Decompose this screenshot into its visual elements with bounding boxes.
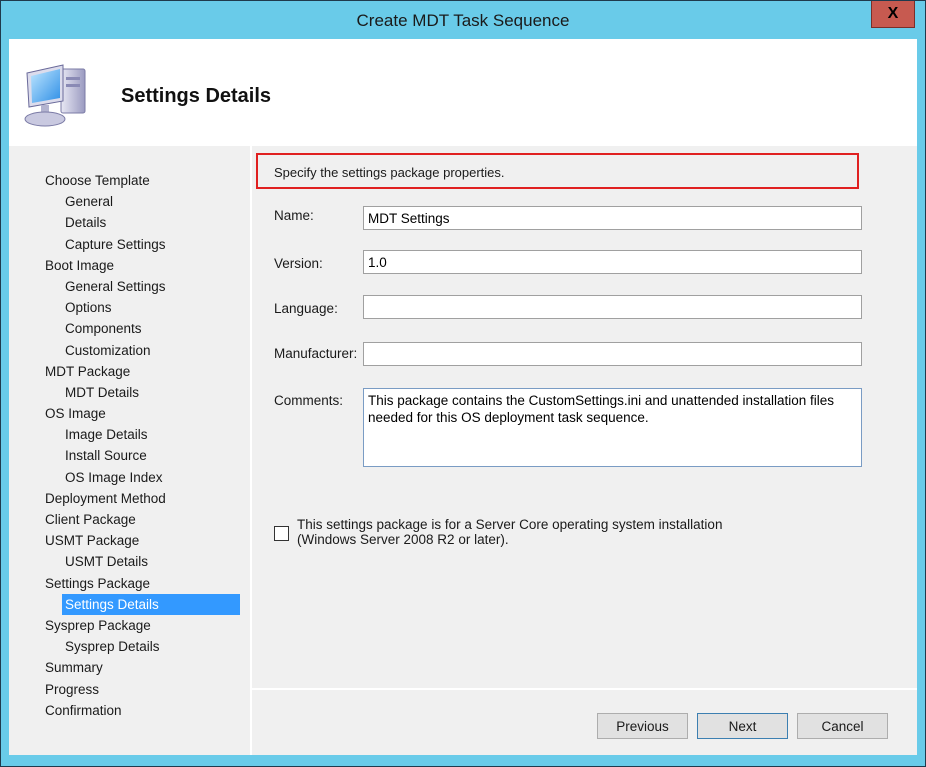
language-label: Language: — [274, 301, 338, 316]
sidebar-item-image-details[interactable]: Image Details — [9, 424, 249, 445]
wizard-header: Settings Details — [9, 39, 917, 146]
title-bar: Create MDT Task Sequence X — [1, 1, 925, 39]
sidebar-item-label: Customization — [65, 342, 151, 358]
comments-label: Comments: — [274, 393, 344, 408]
instruction-text: Specify the settings package properties. — [256, 153, 859, 189]
sidebar-item-general[interactable]: General — [9, 191, 249, 212]
sidebar-item-label: Choose Template — [45, 173, 150, 188]
sidebar-item-customization[interactable]: Customization — [9, 340, 249, 361]
sidebar-item-details[interactable]: Details — [9, 212, 249, 233]
sidebar-item-label: Boot Image — [45, 257, 115, 273]
wizard-client-area: Settings Details Choose Template General D… — [9, 39, 917, 755]
sidebar-item-label: Details — [65, 215, 107, 231]
sidebar-item-progress[interactable]: Progress — [9, 679, 249, 700]
next-button[interactable]: Next — [697, 713, 788, 739]
sidebar-item-client-package[interactable]: Client Package — [9, 509, 249, 530]
sidebar-item-os-image-index[interactable]: OS Image Index — [9, 467, 249, 488]
sidebar-item-label: MDT Details — [65, 384, 140, 400]
server-core-label-line2: (Windows Server 2008 R2 or later). — [297, 532, 509, 547]
language-input[interactable] — [363, 295, 862, 319]
sidebar-item-summary[interactable]: Summary — [9, 657, 249, 678]
sidebar-item-label: MDT Package — [45, 363, 131, 379]
sidebar-item-sysprep-details[interactable]: Sysprep Details — [9, 636, 249, 657]
sidebar-item-label: Progress — [45, 681, 100, 697]
sidebar-item-usmt-package[interactable]: USMT Package — [9, 530, 249, 551]
sidebar-item-settings-details[interactable]: Settings Details — [9, 593, 249, 615]
wizard-main-panel: Specify the settings package properties.… — [252, 146, 917, 755]
sidebar-item-label: Summary — [45, 660, 103, 676]
sidebar-item-label: OS Image — [45, 406, 106, 422]
wizard-window: Create MDT Task Sequence X Settings Deta… — [0, 0, 926, 767]
sidebar-item-label: General — [65, 194, 114, 210]
sidebar-item-label: OS Image Index — [65, 469, 163, 485]
sidebar-item-deployment-method[interactable]: Deployment Method — [9, 488, 249, 509]
sidebar-item-label: Settings Package — [45, 575, 151, 591]
server-core-checkbox-label[interactable]: This settings package is for a Server Co… — [297, 517, 722, 547]
cancel-button[interactable]: Cancel — [797, 713, 888, 739]
manufacturer-label: Manufacturer: — [274, 346, 358, 361]
sidebar-item-label: Sysprep Details — [65, 639, 160, 655]
sidebar-item-label: Install Source — [65, 448, 147, 464]
name-label: Name: — [274, 208, 314, 223]
sidebar-item-install-source[interactable]: Install Source — [9, 445, 249, 466]
server-core-checkbox[interactable] — [274, 526, 289, 541]
sidebar-item-usmt-details[interactable]: USMT Details — [9, 551, 249, 572]
version-label: Version: — [274, 256, 323, 271]
page-title: Settings Details — [121, 85, 272, 107]
previous-button[interactable]: Previous — [597, 713, 688, 739]
computer-icon — [24, 64, 86, 127]
sidebar-item-options[interactable]: Options — [9, 297, 249, 318]
sidebar-item-label: Confirmation — [45, 702, 122, 718]
close-button[interactable]: X — [871, 1, 915, 28]
manufacturer-input[interactable] — [363, 342, 862, 366]
sidebar-item-confirmation[interactable]: Confirmation — [9, 700, 249, 721]
wizard-steps-list: Choose Template General Details Capture Set… — [9, 170, 249, 721]
sidebar-item-label: Sysprep Package — [45, 617, 151, 633]
sidebar-item-label: General Settings — [65, 278, 166, 294]
sidebar-item-general-settings[interactable]: General Settings — [9, 276, 249, 297]
sidebar-item-label: Deployment Method — [45, 490, 166, 506]
footer-separator — [252, 688, 917, 690]
name-input[interactable] — [363, 206, 862, 230]
sidebar-item-label: Settings Details — [62, 593, 240, 615]
sidebar-item-mdt-details[interactable]: MDT Details — [9, 382, 249, 403]
sidebar-item-label: Options — [65, 300, 112, 316]
sidebar-item-label: Client Package — [45, 512, 136, 527]
sidebar-item-label: Image Details — [65, 427, 148, 443]
sidebar-item-boot-image[interactable]: Boot Image — [9, 255, 249, 276]
sidebar-item-mdt-package[interactable]: MDT Package — [9, 361, 249, 382]
sidebar-item-settings-package[interactable]: Settings Package — [9, 573, 249, 594]
version-input[interactable] — [363, 250, 862, 274]
comments-textarea[interactable]: This package contains the CustomSettings… — [363, 388, 862, 467]
wizard-steps-sidebar: Choose Template General Details Capture Set… — [9, 146, 249, 755]
sidebar-item-choose-template[interactable]: Choose Template — [9, 170, 249, 191]
sidebar-item-label: USMT Package — [45, 533, 140, 549]
server-core-option[interactable]: This settings package is for a Server Co… — [274, 517, 722, 547]
sidebar-item-capture-settings[interactable]: Capture Settings — [9, 234, 249, 255]
sidebar-item-os-image[interactable]: OS Image — [9, 403, 249, 424]
close-icon: X — [887, 5, 899, 22]
sidebar-item-label: Components — [65, 321, 142, 337]
sidebar-item-components[interactable]: Components — [9, 318, 249, 339]
sidebar-item-sysprep-package[interactable]: Sysprep Package — [9, 615, 249, 636]
sidebar-item-label: USMT Details — [65, 554, 149, 570]
window-title: Create MDT Task Sequence — [356, 11, 570, 30]
server-core-label-line1: This settings package is for a Server Co… — [297, 517, 723, 532]
sidebar-item-label: Capture Settings — [65, 236, 166, 252]
